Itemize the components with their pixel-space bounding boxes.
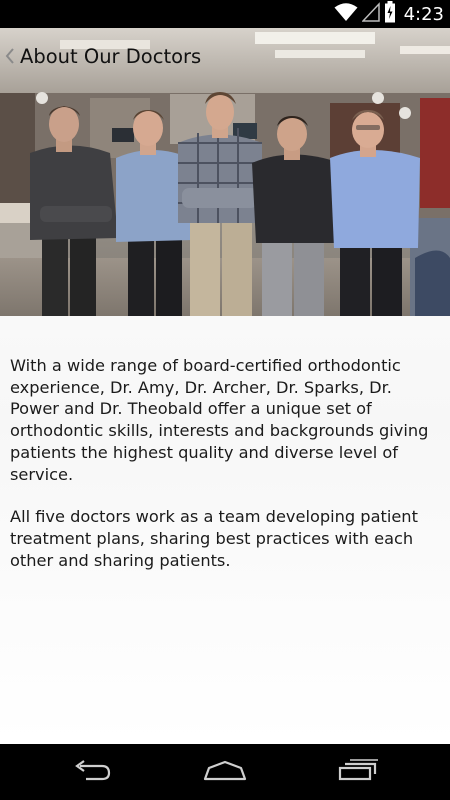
about-text: With a wide range of board-certified ort… — [10, 355, 438, 592]
cell-signal-icon — [360, 2, 380, 26]
action-bar: About Our Doctors — [0, 28, 450, 84]
home-nav-button[interactable] — [185, 744, 265, 800]
status-time: 4:23 — [403, 3, 444, 25]
status-icons: 4:23 — [334, 0, 444, 28]
chevron-left-icon[interactable] — [2, 28, 18, 84]
home-nav-icon — [203, 759, 247, 785]
recents-nav-icon — [337, 759, 379, 785]
content-area: About Our Doctors With a wide range of b… — [0, 28, 450, 744]
page-title: About Our Doctors — [20, 44, 202, 68]
about-paragraph-2: All five doctors work as a team developi… — [10, 507, 418, 570]
navigation-bar — [0, 744, 450, 800]
doctors-photo: About Our Doctors — [0, 28, 450, 316]
back-nav-button[interactable] — [52, 744, 132, 800]
recents-nav-button[interactable] — [318, 744, 398, 800]
battery-icon — [384, 1, 396, 27]
status-bar: 4:23 — [0, 0, 450, 28]
wifi-icon — [334, 2, 358, 26]
back-nav-icon — [72, 759, 112, 785]
about-paragraph-1: With a wide range of board-certified ort… — [10, 356, 429, 484]
